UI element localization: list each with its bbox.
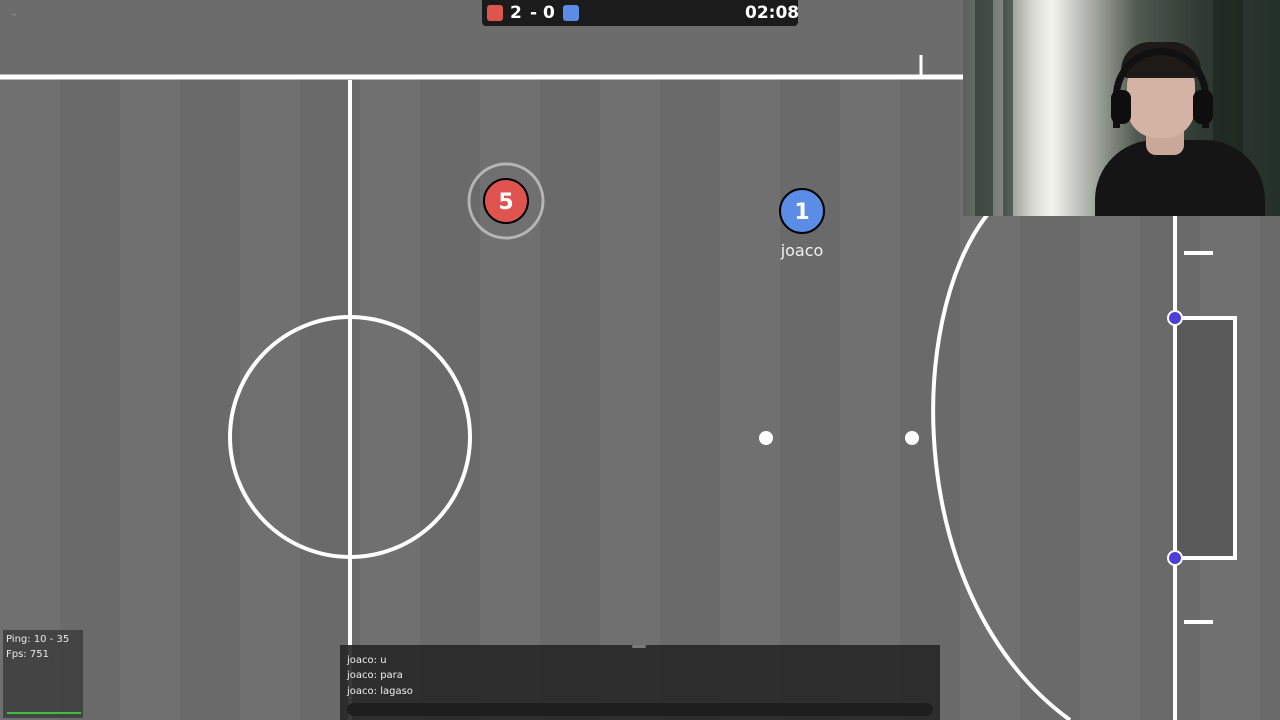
chat-input[interactable]	[347, 703, 933, 716]
chat-resize-handle[interactable]	[632, 645, 646, 648]
goal-net	[1177, 318, 1235, 558]
blue-team-color-icon	[563, 5, 579, 21]
ping-graph	[7, 704, 81, 714]
player-blue-number: 1	[794, 200, 809, 225]
fps-readout: Fps: 751	[6, 649, 49, 660]
scoreboard: 2 - 0 02:08	[482, 0, 800, 26]
red-team-color-icon	[487, 5, 503, 21]
ping-readout: Ping: 10 - 35	[6, 634, 70, 645]
chat-message: joaco: u	[347, 655, 387, 666]
red-score: 2	[510, 3, 522, 23]
chat-message: joaco: para	[347, 670, 403, 681]
goal-post-top	[1167, 310, 1183, 326]
penalty-spot	[759, 431, 773, 445]
player-red-number: 5	[498, 190, 513, 215]
chat-message: joaco: lagaso	[347, 686, 413, 697]
webcam-overlay	[963, 0, 1280, 216]
network-stats-panel: Ping: 10 - 35 Fps: 751	[3, 630, 83, 718]
goal-post-bottom	[1167, 550, 1183, 566]
player-blue-name: joaco	[780, 241, 824, 260]
player-blue: 1 joaco	[779, 188, 825, 260]
blue-score: 0	[543, 3, 555, 23]
chat-panel: joaco: u joaco: para joaco: lagaso	[340, 645, 940, 720]
score-separator: -	[530, 3, 538, 23]
chevron-down-icon[interactable]: ⌄	[10, 8, 18, 19]
ball	[905, 431, 919, 445]
match-clock: 02:08	[745, 3, 800, 23]
